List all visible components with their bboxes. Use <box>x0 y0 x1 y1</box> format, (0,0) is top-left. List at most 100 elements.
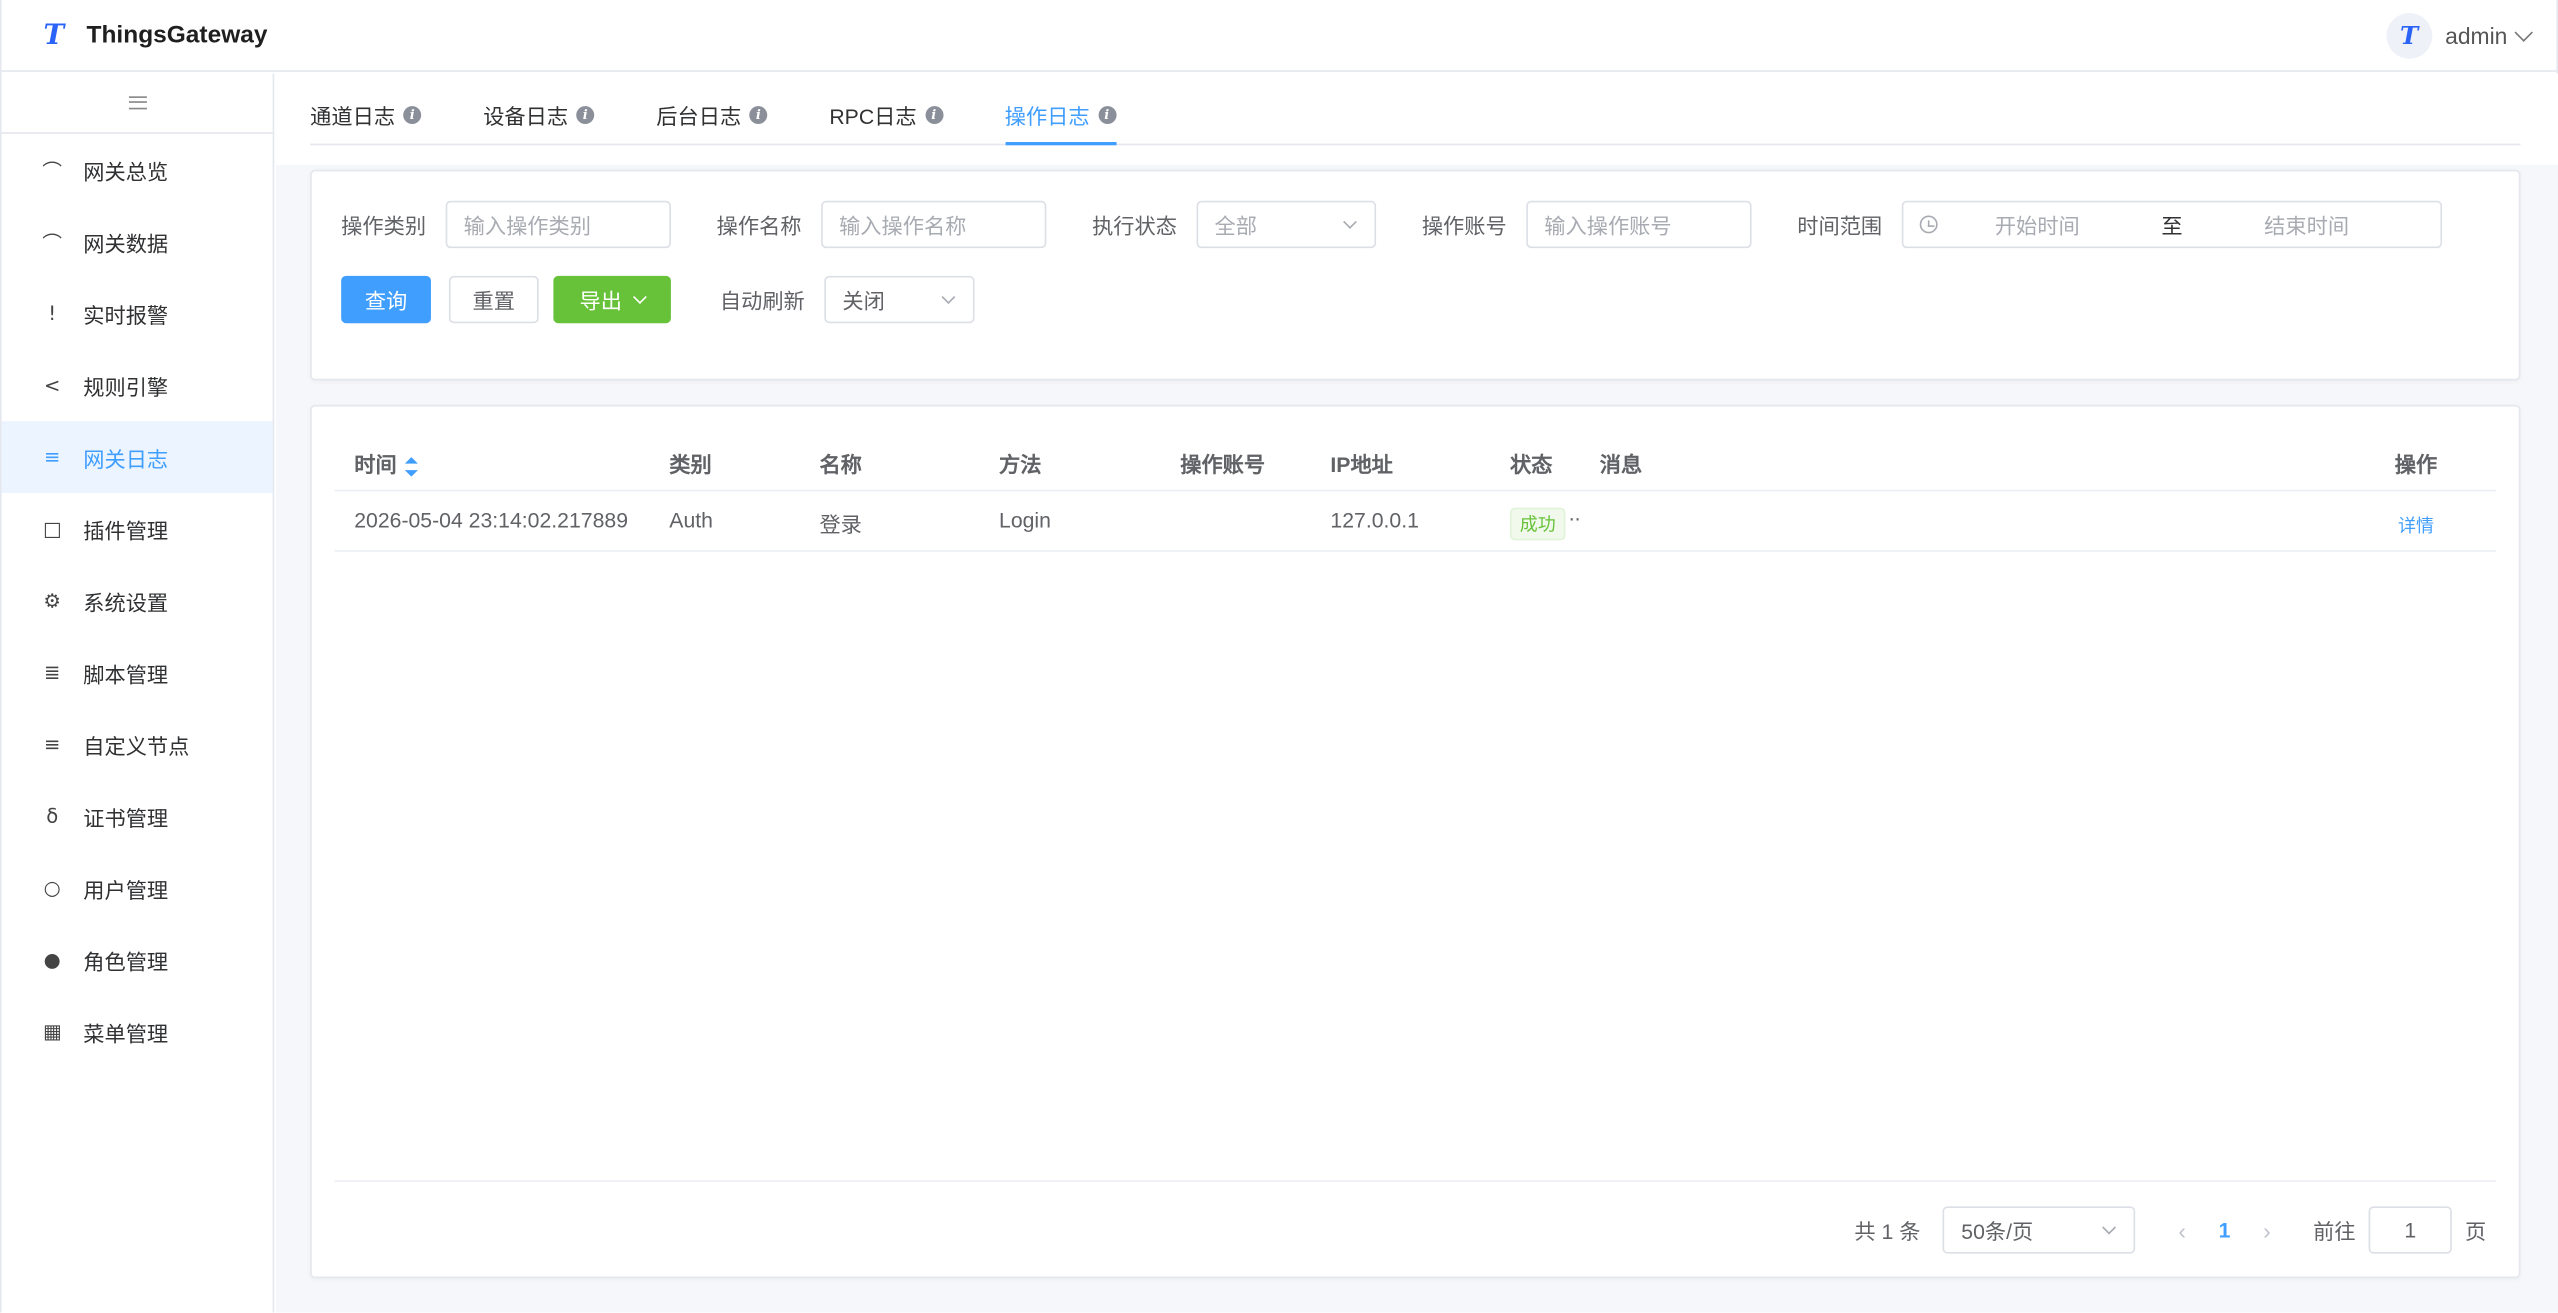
sidebar-item-label: 自定义节点 <box>83 733 190 759</box>
sidebar-item-label: 规则引擎 <box>83 374 169 400</box>
sidebar-item-label: 证书管理 <box>83 805 169 831</box>
clock-icon <box>1919 215 1938 234</box>
export-button[interactable]: 导出 <box>553 275 671 324</box>
tab-2[interactable]: 后台日志 i <box>656 72 768 144</box>
sidebar-item-12[interactable]: ▦ 菜单管理 <box>2 996 273 1068</box>
prev-page-button[interactable]: ‹ <box>2178 1217 2186 1243</box>
sidebar-item-10[interactable]: ○ 用户管理 <box>2 852 273 924</box>
sidebar-item-0[interactable]: ⌒ 网关总览 <box>2 134 273 206</box>
sidebar: ⌒ 网关总览 ⌒ 网关数据! 实时报警 < 规则引擎 ≡ 网关日志 □ 插件管理 ⚙ 系统设置 ≣ 脚本管理… <box>1 73 275 1313</box>
column-header-label: 消息 <box>1599 452 1643 477</box>
user-menu[interactable]: T admin <box>2386 13 2533 59</box>
goto-page-input[interactable]: 1 <box>2368 1206 2452 1254</box>
name-label: 操作名称 <box>716 213 802 239</box>
chevron-down-icon <box>632 289 647 304</box>
cell-method: Login <box>999 507 1051 533</box>
sidebar-menu: ⌒ 网关总览 ⌒ 网关数据! 实时报警 < 规则引擎 ≡ 网关日志 □ 插件管理 ⚙ 系统设置 ≣ 脚本管理… <box>1 134 273 1068</box>
row-divider <box>334 550 2496 552</box>
tab-label: RPC日志 <box>829 103 917 129</box>
info-icon[interactable]: i <box>576 105 595 124</box>
column-header-label: 类别 <box>669 452 712 477</box>
tab-label: 设备日志 <box>483 103 569 129</box>
package-icon: □ <box>42 517 62 541</box>
user-filled-icon: ● <box>43 948 61 972</box>
auto-refresh-select[interactable]: 关闭 <box>824 275 975 324</box>
tab-1[interactable]: 设备日志 i <box>483 72 595 144</box>
details-link[interactable]: 详情 <box>2398 513 2434 539</box>
footer-divider <box>334 1180 2496 1182</box>
column-header-6: 状态 <box>1510 447 1552 478</box>
status-badge: 成功 <box>1509 507 1566 541</box>
category-label: 操作类别 <box>341 213 427 239</box>
logo[interactable]: T ThingsGateway <box>38 19 268 52</box>
menu-icon <box>128 96 147 110</box>
sidebar-item-label: 插件管理 <box>83 518 169 543</box>
logo-icon: T <box>43 18 65 52</box>
auto-refresh-label: 自动刷新 <box>719 288 805 314</box>
info-icon[interactable]: i <box>403 105 422 124</box>
sidebar-item-9[interactable]: δ 证书管理 <box>2 780 273 852</box>
cell-name: 登录 <box>819 512 862 538</box>
grid-icon: ▦ <box>42 1020 62 1044</box>
info-icon[interactable]: i <box>749 105 768 124</box>
column-header-3: 方法 <box>999 447 1041 478</box>
column-header-label: IP地址 <box>1330 452 1393 477</box>
header-divider <box>334 489 2496 492</box>
total-count: 共 1 条 <box>1854 1219 1921 1244</box>
info-icon[interactable]: i <box>1097 105 1116 124</box>
tab-3[interactable]: RPC日志 i <box>829 72 943 144</box>
sort-icon[interactable] <box>404 456 418 476</box>
time-range-picker[interactable]: 开始时间 至 结束时间 <box>1901 200 2443 249</box>
column-header-5: IP地址 <box>1330 447 1393 478</box>
status-select[interactable]: 全部 <box>1196 200 1377 249</box>
status-label: 执行状态 <box>1092 213 1177 239</box>
tab-label: 操作日志 <box>1004 103 1090 129</box>
sidebar-collapse-button[interactable] <box>1 73 273 134</box>
tab-4[interactable]: 操作日志 i <box>1004 72 1116 146</box>
log-tabs: 通道日志 i 设备日志 i 后台日志 i RPC日志 i 操作日志 i <box>310 72 2521 146</box>
column-header-2: 名称 <box>819 447 861 478</box>
column-header-4: 操作账号 <box>1180 447 1265 478</box>
document-icon: ≡ <box>44 445 61 469</box>
name-input[interactable]: 输入操作名称 <box>821 200 1047 249</box>
sidebar-item-6[interactable]: ⚙ 系统设置 <box>2 565 273 637</box>
username: admin <box>2445 22 2508 49</box>
sidebar-item-label: 角色管理 <box>83 949 169 974</box>
tab-0[interactable]: 通道日志 i <box>310 72 422 144</box>
next-page-button[interactable]: › <box>2263 1217 2271 1243</box>
page-size-select[interactable]: 50条/页 <box>1943 1206 2136 1254</box>
sidebar-item-11[interactable]: ● 角色管理 <box>2 924 273 996</box>
category-input[interactable]: 输入操作类别 <box>445 200 671 249</box>
sidebar-item-5[interactable]: □ 插件管理 <box>2 493 273 565</box>
sidebar-item-4[interactable]: ≡ 网关日志 <box>1 421 273 493</box>
column-header-0[interactable]: 时间 <box>354 447 418 478</box>
query-button[interactable]: 查询 <box>341 275 431 324</box>
account-input[interactable]: 输入操作账号 <box>1526 200 1752 249</box>
sidebar-item-7[interactable]: ≣ 脚本管理 <box>2 637 273 709</box>
page-suffix: 页 <box>2465 1219 2487 1244</box>
start-time-placeholder[interactable]: 开始时间 <box>1995 209 2080 240</box>
sidebar-item-1[interactable]: ⌒ 网关数据 <box>2 206 273 278</box>
column-header-label: 名称 <box>819 452 862 477</box>
cell-message: .. <box>1568 501 1581 526</box>
end-time-placeholder[interactable]: 结束时间 <box>2264 209 2349 240</box>
column-header-label: 操作 <box>2394 452 2438 477</box>
avatar: T <box>2386 13 2433 59</box>
tab-label: 通道日志 <box>310 103 396 129</box>
page-size-value: 50条/页 <box>1961 1219 2034 1244</box>
sidebar-item-3[interactable]: < 规则引擎 <box>2 349 273 421</box>
sidebar-item-2[interactable]: ! 实时报警 <box>2 278 273 350</box>
reset-button[interactable]: 重置 <box>448 275 539 324</box>
tab-label: 后台日志 <box>656 103 742 129</box>
sidebar-item-label: 网关日志 <box>83 446 169 471</box>
info-icon[interactable]: i <box>924 105 943 124</box>
page-number-current[interactable]: 1 <box>2219 1218 2231 1242</box>
name-placeholder: 输入操作名称 <box>839 213 967 239</box>
column-header-1: 类别 <box>669 447 711 478</box>
account-label: 操作账号 <box>1421 213 1507 239</box>
sidebar-item-8[interactable]: ≡ 自定义节点 <box>2 708 273 780</box>
goto-label: 前往 <box>2313 1219 2356 1244</box>
sliders-icon: ≡ <box>44 732 61 756</box>
sidebar-item-label: 用户管理 <box>83 877 169 902</box>
chevron-down-icon <box>941 290 956 305</box>
